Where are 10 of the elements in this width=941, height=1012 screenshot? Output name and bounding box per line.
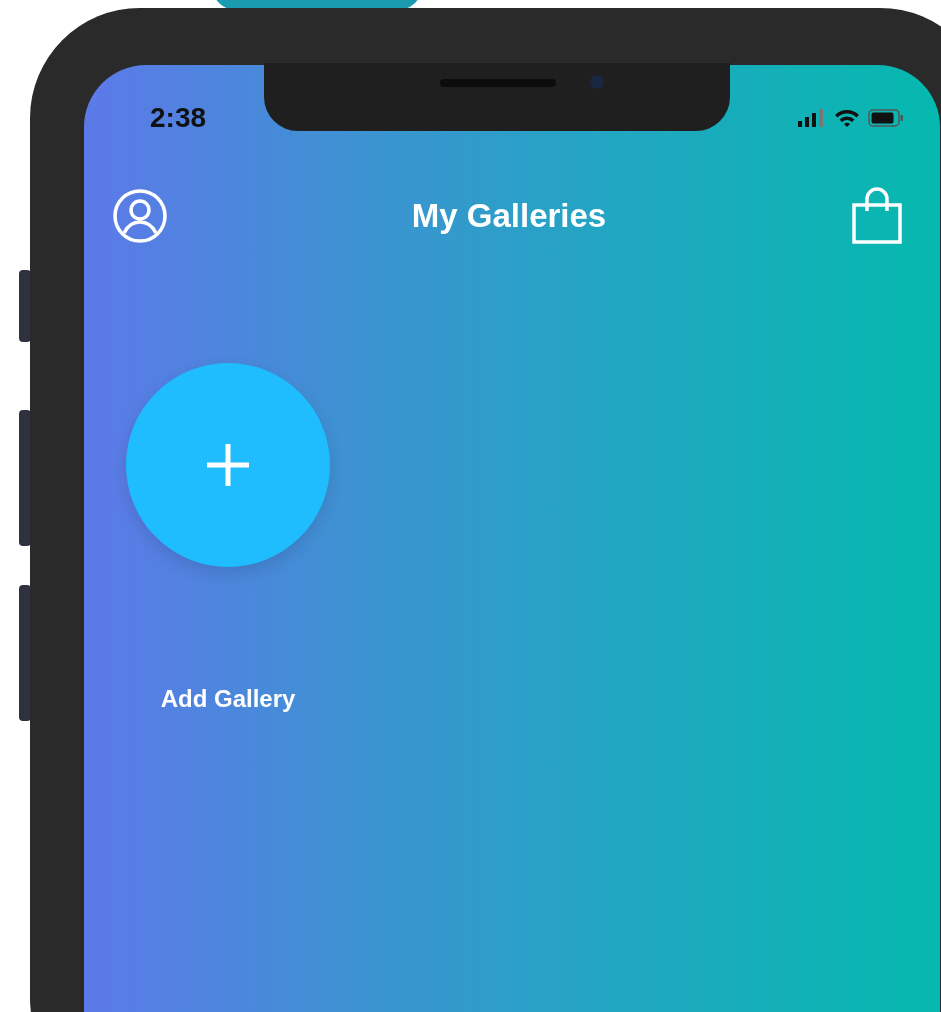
plus-icon — [205, 442, 251, 488]
shopping-bag-icon[interactable] — [850, 187, 904, 245]
screen-title: My Galleries — [411, 197, 607, 235]
signal-icon — [798, 109, 826, 127]
gallery-label: Add Gallery — [160, 685, 296, 713]
battery-icon — [868, 109, 904, 127]
status-time: 2:38 — [150, 102, 207, 134]
wifi-icon — [834, 108, 860, 128]
profile-icon[interactable] — [112, 188, 168, 244]
camera-icon — [590, 75, 604, 89]
